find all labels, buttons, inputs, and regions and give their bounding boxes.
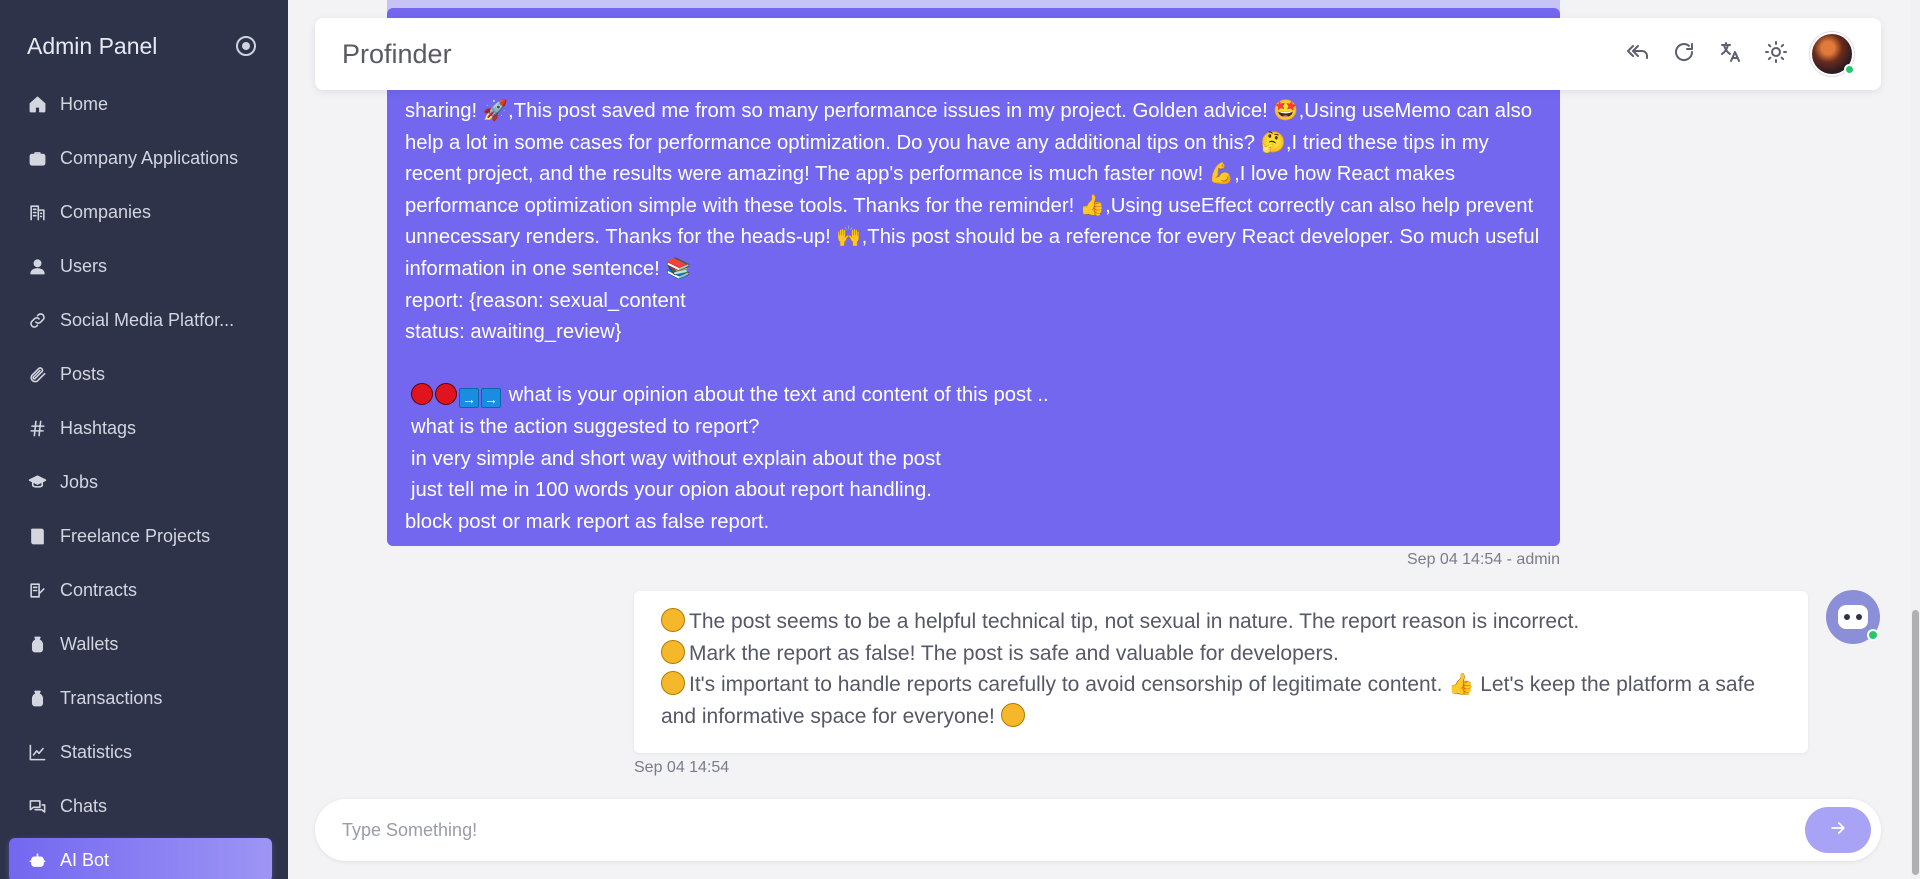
- sidebar-item-label: Social Media Platfor...: [60, 309, 235, 330]
- sidebar-item-label: Transactions: [60, 687, 163, 708]
- sidebar-item-label: Company Applications: [60, 147, 239, 168]
- bot-message-line: It's important to handle reports careful…: [661, 669, 1781, 732]
- smiling-face-emoji: [1000, 702, 1025, 727]
- message-input[interactable]: [342, 819, 1805, 841]
- chat-main: sharing! 🚀,This post saved me from so ma…: [288, 0, 1920, 879]
- sidebar-item-label: Jobs: [60, 471, 99, 492]
- message-question-line: → → what is your opinion about the text a…: [405, 380, 1542, 412]
- message-text: just tell me in 100 words your opion abo…: [411, 479, 932, 502]
- sidebar-item-label: AI Bot: [60, 849, 110, 870]
- signature-icon: [26, 581, 48, 600]
- arrow-right-emoji: →: [459, 388, 479, 409]
- link-icon: [26, 311, 48, 330]
- sidebar-item-jobs[interactable]: Jobs: [9, 460, 272, 504]
- reply-all-icon[interactable]: [1626, 40, 1650, 69]
- arrow-right-emoji: →: [481, 388, 501, 409]
- sidebar-item-label: Wallets: [60, 633, 119, 654]
- graduation-cap-icon: [26, 473, 48, 492]
- bot-message-bubble: The post seems to be a helpful technical…: [634, 591, 1808, 753]
- message-text: block post or mark report as false repor…: [405, 510, 770, 533]
- thinking-face-emoji: [661, 671, 685, 696]
- sidebar: Admin Panel Home Company Applications Co…: [0, 0, 288, 879]
- sun-icon[interactable]: [1764, 40, 1788, 69]
- message-text: what is the action suggested to report?: [411, 415, 760, 438]
- sidebar-collapse-toggle[interactable]: [236, 36, 256, 56]
- refresh-icon[interactable]: [1672, 40, 1696, 69]
- sidebar-item-label: Hashtags: [60, 417, 137, 438]
- sidebar-item-companies[interactable]: Companies: [9, 190, 272, 234]
- message-text: It's important to handle reports careful…: [689, 673, 1443, 697]
- send-button[interactable]: [1805, 807, 1871, 853]
- thinking-face-emoji: [661, 608, 685, 632]
- sidebar-item-label: Chats: [60, 795, 108, 816]
- home-icon: [26, 95, 48, 114]
- book-icon: [26, 527, 48, 546]
- red-circle-emoji: [411, 383, 433, 406]
- user-icon: [26, 257, 48, 276]
- translate-icon[interactable]: [1718, 40, 1742, 69]
- chat-scrollbar[interactable]: [1911, 0, 1920, 879]
- sidebar-item-hashtags[interactable]: Hashtags: [9, 406, 272, 450]
- sidebar-item-home[interactable]: Home: [9, 82, 272, 126]
- sidebar-item-statistics[interactable]: Statistics: [9, 730, 272, 774]
- bot-message-line: Mark the report as false! The post is sa…: [661, 638, 1781, 670]
- bot-message-line: The post seems to be a helpful technical…: [661, 606, 1781, 638]
- sidebar-item-label: Users: [60, 255, 108, 276]
- page-title: Profinder: [342, 38, 452, 69]
- online-status-dot: [1867, 629, 1879, 641]
- sidebar-item-label: Posts: [60, 363, 106, 384]
- send-arrow-icon: [1828, 818, 1848, 843]
- sidebar-item-posts[interactable]: Posts: [9, 352, 272, 396]
- message-text: The post seems to be a helpful technical…: [689, 610, 1580, 633]
- navbar-actions: [1626, 32, 1855, 76]
- red-circle-emoji: [435, 383, 457, 406]
- building-icon: [26, 203, 48, 222]
- online-status-dot: [1844, 64, 1855, 75]
- robot-icon: [26, 851, 48, 870]
- money-bag-icon: [26, 689, 48, 708]
- sidebar-item-company-applications[interactable]: Company Applications: [9, 136, 272, 180]
- sidebar-item-label: Companies: [60, 201, 152, 222]
- message-timestamp: Sep 04 14:54 - admin: [1407, 551, 1560, 568]
- bot-avatar: [1826, 590, 1880, 644]
- thinking-face-emoji: [661, 639, 685, 664]
- chart-line-icon: [26, 743, 48, 762]
- sidebar-title: Admin Panel: [27, 32, 158, 59]
- sidebar-item-wallets[interactable]: Wallets: [9, 622, 272, 666]
- message-composer: [315, 799, 1881, 861]
- sidebar-nav: Home Company Applications Companies User…: [0, 82, 288, 879]
- message-text: status: awaiting_review}: [405, 321, 622, 344]
- message-text: in very simple and short way without exp…: [411, 447, 941, 470]
- sidebar-item-freelance-projects[interactable]: Freelance Projects: [9, 514, 272, 558]
- scrollbar-thumb[interactable]: [1912, 610, 1919, 875]
- sidebar-item-label: Contracts: [60, 579, 138, 600]
- sidebar-item-label: Home: [60, 93, 109, 114]
- sidebar-item-social-media-platforms[interactable]: Social Media Platfor...: [9, 298, 272, 342]
- sidebar-item-chats[interactable]: Chats: [9, 784, 272, 828]
- message-timestamp: Sep 04 14:54: [634, 759, 730, 776]
- message-text: Mark the report as false! The post is sa…: [689, 641, 1339, 665]
- paperclip-icon: [26, 365, 48, 384]
- sidebar-item-users[interactable]: Users: [9, 244, 272, 288]
- briefcase-icon: [26, 149, 48, 168]
- sidebar-item-contracts[interactable]: Contracts: [9, 568, 272, 612]
- chat-bubbles-icon: [26, 797, 48, 816]
- user-avatar[interactable]: [1810, 32, 1855, 76]
- sidebar-item-ai-bot[interactable]: AI Bot: [9, 838, 272, 879]
- message-blank-line: [405, 349, 1542, 381]
- top-navbar: Profinder: [315, 18, 1881, 90]
- message-text: what is your opinion about the text and …: [508, 384, 1049, 407]
- hash-icon: [26, 419, 48, 438]
- sidebar-item-transactions[interactable]: Transactions: [9, 676, 272, 720]
- thumbs-up-emoji: 👍: [1448, 673, 1475, 697]
- sidebar-item-label: Statistics: [60, 741, 133, 762]
- message-text: report: {reason: sexual_content: [405, 289, 686, 312]
- message-text: sharing! 🚀,This post saved me from so ma…: [405, 100, 1540, 280]
- money-bag-icon: [26, 635, 48, 654]
- sidebar-item-label: Freelance Projects: [60, 525, 211, 546]
- sidebar-header: Admin Panel: [0, 0, 288, 92]
